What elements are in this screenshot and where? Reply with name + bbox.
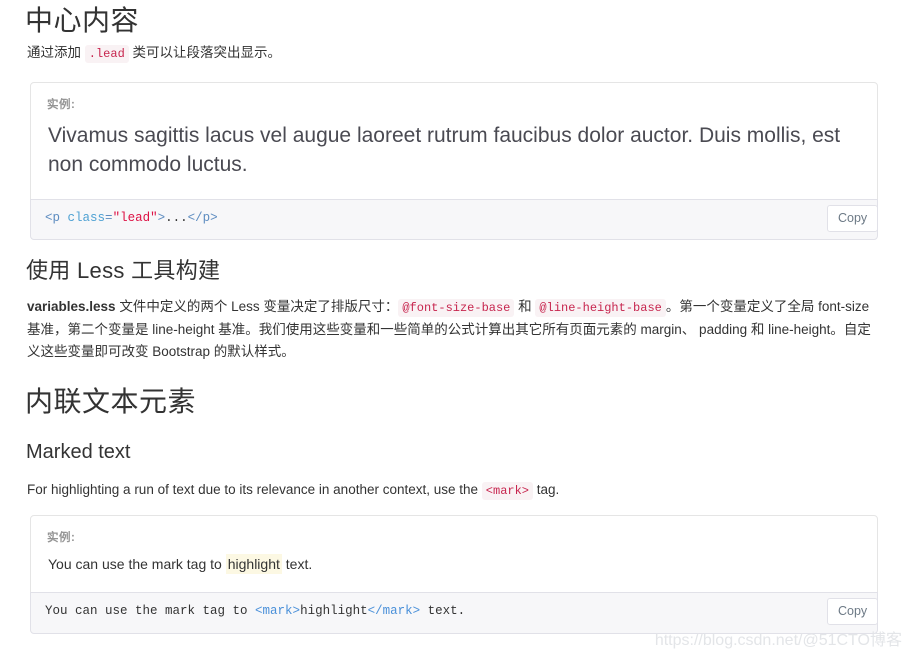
inline-code-mark: <mark> — [481, 482, 534, 500]
copy-button-mark[interactable]: Copy — [827, 598, 879, 625]
inline-code-font-size-base: @font-size-base — [398, 299, 515, 317]
variables-less-bold: variables.less — [27, 299, 116, 314]
subheading-marked-text: Marked text — [26, 441, 131, 463]
highlighted-word: highlight — [225, 554, 282, 574]
inline-code-line-height-base: @line-height-base — [535, 299, 666, 317]
less-text-2: 和 — [518, 299, 532, 314]
intro-text-before: 通过添加 — [27, 45, 81, 60]
code-token-tag-close: </p> — [187, 211, 218, 225]
marked-intro-before: For highlighting a run of text due to it… — [27, 482, 479, 497]
heading-inline-elements: 内联文本元素 — [25, 386, 197, 417]
code-token-attr: class — [67, 211, 106, 225]
example-label: 实例: — [47, 99, 76, 111]
code-token-gt: > — [157, 211, 166, 225]
lead-paragraph: Vivamus sagittis lacus vel augue laoreet… — [48, 124, 841, 176]
copy-button-lead[interactable]: Copy — [827, 205, 879, 232]
code-content-lead: <p class="lead">...</p> — [31, 200, 877, 236]
code-token-tag-open: <p — [45, 211, 61, 225]
code-mark-text: highlight — [300, 604, 368, 618]
example-mark-text: You can use the mark tag to highlight te… — [48, 554, 312, 574]
documentation-page: 中心内容 通过添加 .lead 类可以让段落突出显示。 实例: Vivamus … — [0, 0, 910, 654]
code-mark-open: <mark> — [255, 604, 301, 618]
code-token-value: "lead" — [112, 211, 158, 225]
inline-code-lead: .lead — [84, 45, 129, 63]
example-box-lead: 实例: Vivamus sagittis lacus vel augue lao… — [30, 82, 878, 200]
marked-text-intro: For highlighting a run of text due to it… — [27, 479, 559, 502]
heading-less-build: 使用 Less 工具构建 — [26, 258, 221, 283]
less-text-1: 文件中定义的两个 Less 变量决定了排版尺寸： — [115, 299, 399, 314]
less-build-paragraph: variables.less 文件中定义的两个 Less 变量决定了排版尺寸： @… — [27, 296, 879, 363]
example-label-mark: 实例: — [47, 532, 76, 544]
code-content-mark: You can use the mark tag to <mark>highli… — [31, 593, 877, 629]
heading-center-content: 中心内容 — [25, 5, 140, 36]
code-token-ellipsis: ... — [165, 211, 188, 225]
mark-text-after: text. — [281, 556, 313, 572]
marked-intro-after: tag. — [536, 482, 560, 497]
watermark-text: https://blog.csdn.net/@51CTO博客 — [654, 632, 902, 649]
mark-text-before: You can use the mark tag to — [48, 556, 226, 572]
code-mark-prefix: You can use the mark tag to — [45, 604, 256, 618]
center-content-intro: 通过添加 .lead 类可以让段落突出显示。 — [27, 42, 281, 65]
code-mark-close: </mark> — [367, 604, 421, 618]
intro-text-after: 类可以让段落突出显示。 — [132, 45, 282, 60]
example-box-mark: 实例: You can use the mark tag to highligh… — [30, 515, 878, 593]
code-mark-suffix: text. — [420, 604, 466, 618]
code-block-lead: <p class="lead">...</p> Copy — [30, 199, 879, 240]
code-token-eq: = — [105, 211, 113, 225]
